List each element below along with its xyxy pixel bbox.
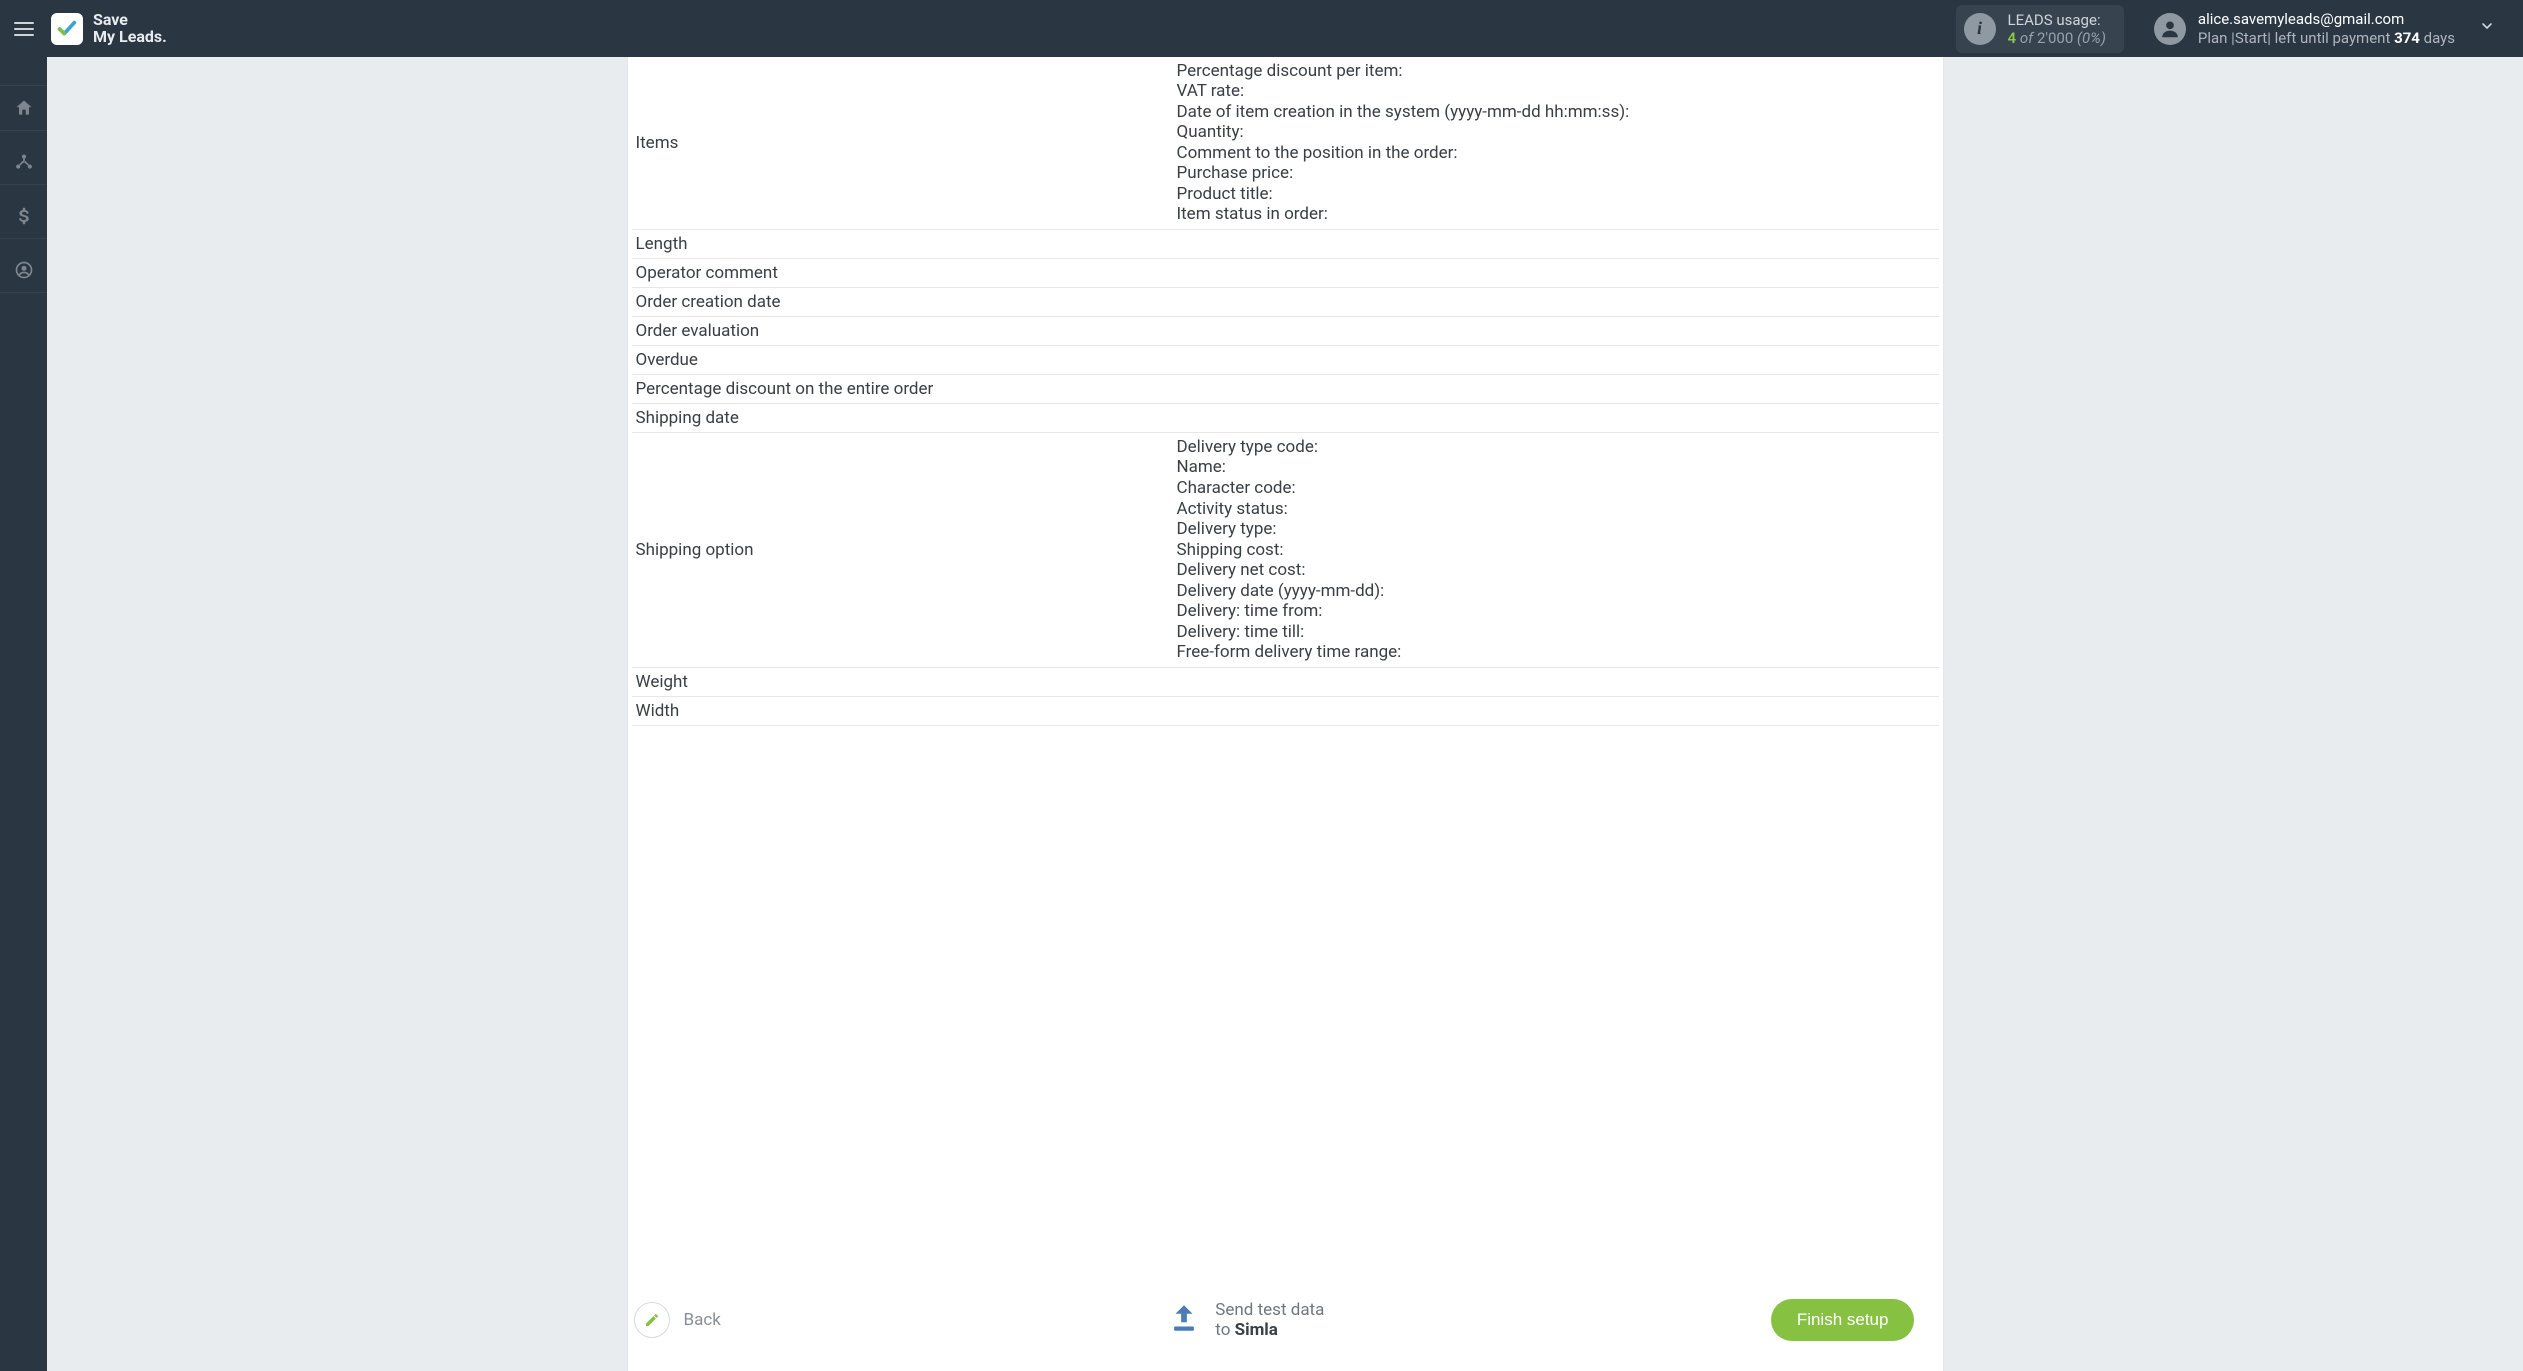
field-value (1177, 321, 1939, 341)
account-days-suffix: days (2420, 29, 2455, 47)
leads-usage-title: LEADS usage: (2008, 11, 2106, 29)
send-test-target: Simla (1235, 1320, 1278, 1340)
field-value-line: Delivery type code: (1177, 437, 1939, 458)
field-label: Length (632, 234, 1177, 254)
field-value-line: Delivery date (yyyy-mm-dd): (1177, 581, 1939, 602)
field-value-line: Character code: (1177, 478, 1939, 499)
field-label: Shipping option (632, 437, 1177, 663)
field-value (1177, 292, 1939, 312)
send-test-button[interactable]: Send test data to Simla (1167, 1300, 1324, 1341)
field-value-line: Name: (1177, 458, 1939, 479)
field-label: Percentage discount on the entire order (632, 379, 1177, 399)
field-value-line: Delivery type: (1177, 520, 1939, 541)
sidebar (0, 57, 47, 1371)
field-row: ItemsPercentage discount per item:VAT ra… (632, 57, 1939, 230)
back-button[interactable]: Back (634, 1302, 721, 1338)
field-value-line: Activity status: (1177, 499, 1939, 520)
field-value (1177, 701, 1939, 721)
field-value-line: Quantity: (1177, 123, 1939, 144)
field-label: Width (632, 701, 1177, 721)
finish-setup-button[interactable]: Finish setup (1771, 1299, 1915, 1341)
field-label: Weight (632, 672, 1177, 692)
field-row: Shipping date (632, 404, 1939, 433)
field-value-line: Item status in order: (1177, 205, 1939, 226)
field-value-line: Date of item creation in the system (yyy… (1177, 102, 1939, 123)
field-value-line: Shipping cost: (1177, 540, 1939, 561)
field-value (1177, 263, 1939, 283)
main-canvas: ItemsPercentage discount per item:VAT ra… (47, 57, 2523, 1371)
leads-usage-pill[interactable]: i LEADS usage: 4 of 2'000 (0%) (1956, 5, 2124, 53)
field-row: Order evaluation (632, 317, 1939, 346)
brand-line1: Save (93, 12, 167, 29)
send-test-prefix: to (1215, 1320, 1234, 1340)
field-row: Overdue (632, 346, 1939, 375)
send-test-line1: Send test data (1215, 1300, 1324, 1320)
account-plan-prefix: Plan | (2198, 29, 2235, 47)
field-value: Percentage discount per item:VAT rate:Da… (1177, 61, 1939, 225)
field-value (1177, 350, 1939, 370)
back-label: Back (684, 1310, 721, 1330)
field-value-line: Free-form delivery time range: (1177, 643, 1939, 664)
info-icon: i (1964, 13, 1996, 45)
topbar: Save My Leads. i LEADS usage: 4 of 2'000… (0, 0, 2523, 57)
field-value-line: Percentage discount per item: (1177, 61, 1939, 82)
account-email: alice.savemyleads@gmail.com (2198, 10, 2455, 29)
field-value-line: Delivery: time from: (1177, 602, 1939, 623)
field-row: Length (632, 230, 1939, 259)
field-value-line: Delivery: time till: (1177, 622, 1939, 643)
field-value (1177, 379, 1939, 399)
account-block[interactable]: alice.savemyleads@gmail.com Plan |Start|… (2154, 10, 2455, 48)
field-value-line: Product title: (1177, 184, 1939, 205)
sidebar-item-account[interactable] (0, 247, 47, 293)
pencil-icon (634, 1302, 670, 1338)
menu-toggle-icon[interactable] (14, 22, 34, 36)
field-label: Order evaluation (632, 321, 1177, 341)
field-value-line: Delivery net cost: (1177, 561, 1939, 582)
brand-line2: My Leads. (93, 29, 167, 46)
field-value (1177, 672, 1939, 692)
account-plan: Plan |Start| left until payment 374 days (2198, 29, 2455, 48)
sidebar-item-billing[interactable] (0, 193, 47, 239)
avatar-icon (2154, 13, 2186, 45)
field-value (1177, 234, 1939, 254)
account-plan-name: Start (2235, 29, 2267, 47)
field-value (1177, 408, 1939, 428)
leads-usage-of: of (2020, 29, 2033, 47)
send-test-line2: to Simla (1215, 1320, 1324, 1340)
leads-usage-value: 4 (2008, 29, 2017, 47)
field-label: Overdue (632, 350, 1177, 370)
field-row: Percentage discount on the entire order (632, 375, 1939, 404)
field-value-line: Comment to the position in the order: (1177, 143, 1939, 164)
field-row: Width (632, 697, 1939, 726)
account-days-value: 374 (2394, 29, 2420, 47)
field-row: Order creation date (632, 288, 1939, 317)
upload-icon (1167, 1301, 1201, 1340)
field-value-line: VAT rate: (1177, 82, 1939, 103)
field-list: ItemsPercentage discount per item:VAT ra… (628, 57, 1943, 1269)
card-footer: Back Send test data to Simla Finish setu… (628, 1269, 1943, 1371)
sidebar-item-home[interactable] (0, 85, 47, 131)
account-caret-icon[interactable] (2471, 10, 2503, 47)
brand-logo-icon (51, 13, 83, 45)
field-value-line: Purchase price: (1177, 164, 1939, 185)
field-row: Shipping optionDelivery type code:Name:C… (632, 433, 1939, 668)
sidebar-item-connections[interactable] (0, 139, 47, 185)
field-row: Operator comment (632, 259, 1939, 288)
leads-usage-value-line: 4 of 2'000 (0%) (2008, 29, 2106, 47)
account-plan-sep: | left until payment (2267, 29, 2394, 47)
leads-usage-total: 2'000 (2037, 29, 2073, 47)
mapping-card: ItemsPercentage discount per item:VAT ra… (628, 57, 1943, 1371)
field-label: Operator comment (632, 263, 1177, 283)
brand-text: Save My Leads. (93, 12, 167, 46)
leads-usage-percent: (0%) (2077, 29, 2106, 47)
field-value: Delivery type code:Name:Character code:A… (1177, 437, 1939, 663)
field-row: Weight (632, 668, 1939, 697)
field-label: Shipping date (632, 408, 1177, 428)
field-label: Order creation date (632, 292, 1177, 312)
brand[interactable]: Save My Leads. (47, 12, 167, 46)
field-label: Items (632, 61, 1177, 225)
